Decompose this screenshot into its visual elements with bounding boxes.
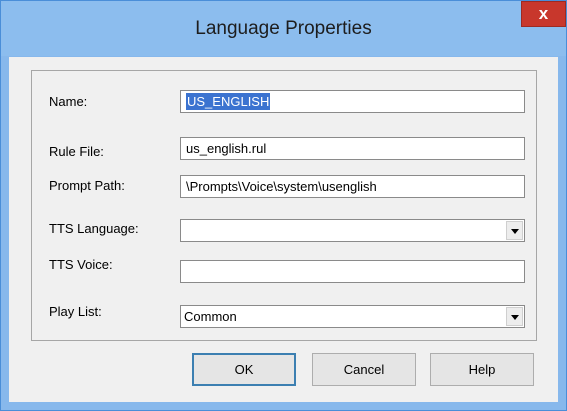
rule-file-label: Rule File:	[49, 144, 104, 159]
title-bar[interactable]: Language Properties x	[1, 1, 566, 56]
dialog-title: Language Properties	[195, 18, 372, 39]
tts-voice-label: TTS Voice:	[49, 257, 113, 272]
name-label: Name:	[49, 94, 88, 109]
play-list-select[interactable]: Common	[180, 305, 525, 328]
dialog-body: Name: US_ENGLISH Rule File: us_english.r…	[9, 57, 558, 402]
cancel-button[interactable]: Cancel	[312, 353, 416, 386]
name-field[interactable]: US_ENGLISH	[180, 90, 525, 113]
ok-button[interactable]: OK	[192, 353, 296, 386]
play-list-dropdown-arrow-icon[interactable]	[506, 307, 523, 326]
close-button[interactable]: x	[521, 1, 566, 27]
prompt-path-label: Prompt Path:	[49, 178, 125, 193]
help-button[interactable]: Help	[430, 353, 534, 386]
prompt-path-field[interactable]: \Prompts\Voice\system\usenglish	[180, 175, 525, 198]
tts-language-select[interactable]	[180, 219, 525, 242]
tts-language-dropdown-arrow-icon[interactable]	[506, 221, 523, 240]
play-list-value: Common	[184, 309, 237, 324]
tts-language-label: TTS Language:	[49, 221, 139, 236]
play-list-label: Play List:	[49, 304, 102, 319]
tts-voice-field[interactable]	[180, 260, 525, 283]
name-value: US_ENGLISH	[186, 93, 271, 110]
rule-file-field[interactable]: us_english.rul	[180, 137, 525, 160]
language-properties-dialog: Language Properties x Name: US_ENGLISH R…	[0, 0, 567, 411]
